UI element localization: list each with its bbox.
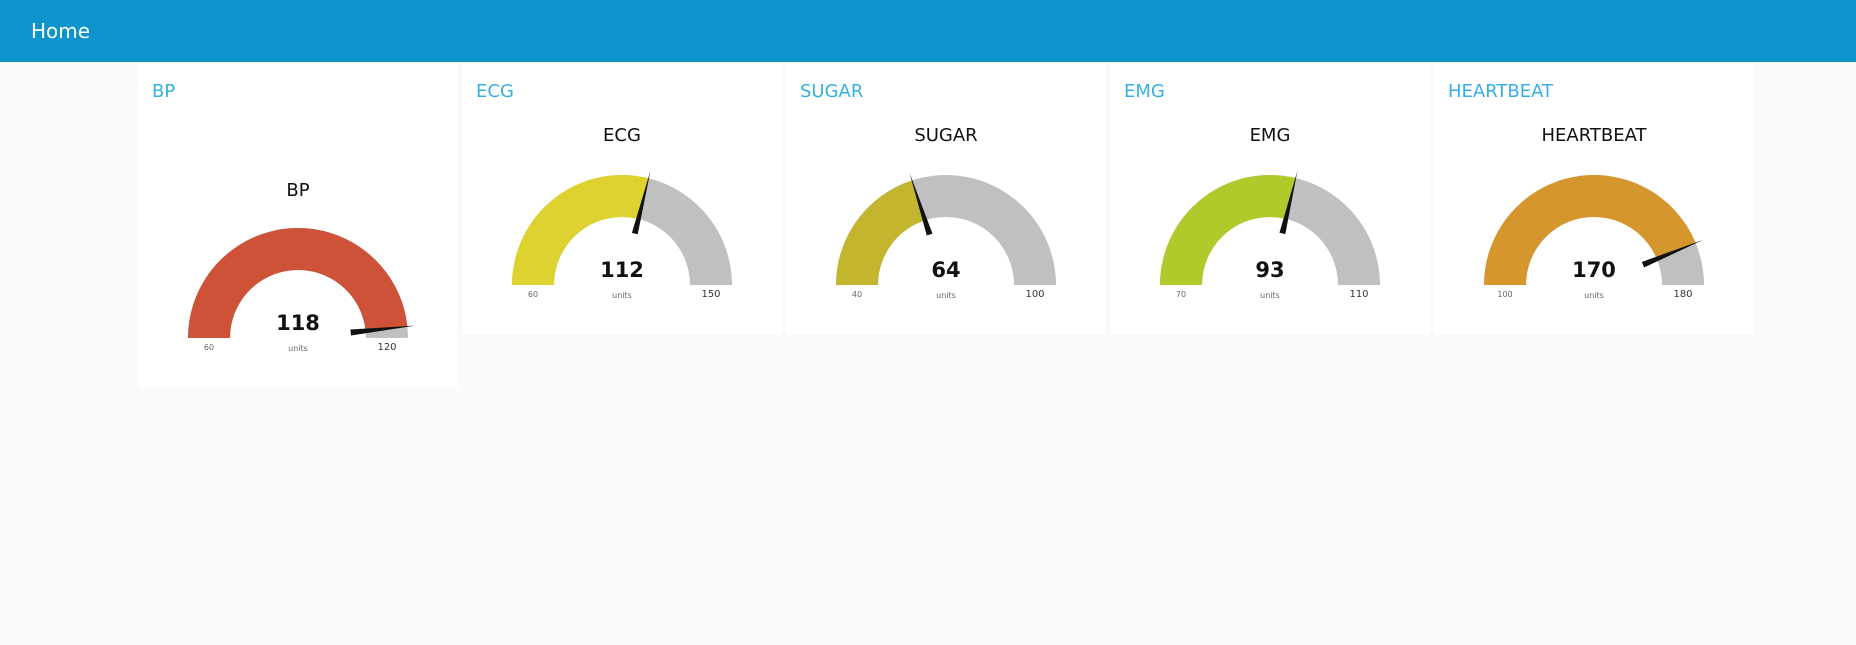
gauge-label: ECG xyxy=(603,125,641,146)
gauge-value: 118 xyxy=(276,311,320,335)
page-title: Home xyxy=(31,19,91,43)
gauge-value: 170 xyxy=(1572,258,1616,282)
gauge-value: 64 xyxy=(931,258,960,282)
gauge-max-label: 100 xyxy=(1025,289,1044,300)
gauge-max-label: 110 xyxy=(1349,289,1368,300)
gauge-card-bp: BP BP 118 units 60 120 xyxy=(138,64,458,388)
gauge-ecg: ECG 112 units 60 150 xyxy=(512,125,732,300)
gauge-max-label: 120 xyxy=(377,342,396,353)
gauge-value: 112 xyxy=(600,258,644,282)
gauge-min-label: 60 xyxy=(204,343,214,352)
gauge-fill xyxy=(836,180,925,285)
gauge-units: units xyxy=(936,291,956,300)
gauge-units: units xyxy=(1584,291,1604,300)
gauge-emg: EMG 93 units 70 110 xyxy=(1160,125,1380,300)
gauge-min-label: 100 xyxy=(1497,290,1512,299)
gauge-units: units xyxy=(612,291,632,300)
gauge-max-label: 150 xyxy=(701,289,720,300)
gauge-label: SUGAR xyxy=(914,125,977,146)
gauge-bp: BP 118 units 60 120 xyxy=(188,180,416,353)
gauge-max-label: 180 xyxy=(1673,289,1692,300)
gauge-card-ecg: ECG ECG 112 units 60 150 xyxy=(462,64,782,334)
gauge-card-sugar: SUGAR SUGAR 64 units 40 100 xyxy=(786,64,1106,334)
gauge-min-label: 40 xyxy=(852,290,862,299)
gauge-heartbeat: HEARTBEAT 170 units 100 180 xyxy=(1484,125,1704,300)
gauge-units: units xyxy=(288,344,308,353)
top-toolbar: Home xyxy=(0,0,1856,62)
gauge-units: units xyxy=(1260,291,1280,300)
gauge-min-label: 70 xyxy=(1176,290,1186,299)
gauge-min-label: 60 xyxy=(528,290,538,299)
gauge-value: 93 xyxy=(1255,258,1284,282)
gauge-card-heartbeat: HEARTBEAT HEARTBEAT 170 units 100 180 xyxy=(1434,64,1754,334)
gauge-sugar: SUGAR 64 units 40 100 xyxy=(836,125,1056,300)
gauge-label: EMG xyxy=(1250,125,1291,146)
gauge-label: BP xyxy=(286,180,309,201)
gauge-card-emg: EMG EMG 93 units 70 110 xyxy=(1110,64,1430,334)
gauge-label: HEARTBEAT xyxy=(1541,125,1647,146)
